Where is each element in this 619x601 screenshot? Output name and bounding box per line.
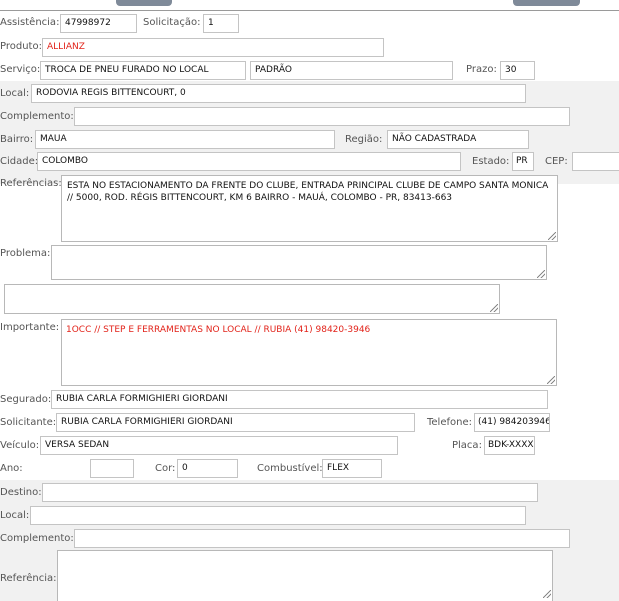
cidade-field[interactable]: COLOMBO: [37, 152, 461, 171]
bairro-label: Bairro:: [0, 134, 34, 145]
prazo-label: Prazo:: [466, 64, 497, 75]
complemento-label: Complemento:: [0, 111, 74, 122]
placa-label: Placa:: [452, 440, 482, 451]
destino-label: Destino:: [0, 487, 42, 498]
solicitacao-field[interactable]: 1: [203, 14, 239, 33]
destino-complemento-field[interactable]: [74, 529, 570, 548]
resize-handle-icon[interactable]: [490, 304, 498, 312]
segurado-field[interactable]: RUBIA CARLA FORMIGHIERI GIORDANI: [51, 390, 548, 409]
local-field[interactable]: RODOVIA REGIS BITTENCOURT, 0: [31, 84, 526, 103]
cidade-label: Cidade:: [0, 156, 39, 167]
ano-field[interactable]: [90, 459, 134, 478]
resize-handle-icon[interactable]: [543, 590, 551, 598]
prazo-field[interactable]: 30: [500, 61, 535, 80]
regiao-field[interactable]: NÃO CADASTRADA: [387, 130, 529, 149]
solicitante-field[interactable]: RUBIA CARLA FORMIGHIERI GIORDANI: [56, 413, 415, 432]
regiao-label: Região:: [345, 134, 383, 145]
placa-field[interactable]: BDK-XXXX: [484, 436, 535, 455]
solicitante-label: Solicitante:: [0, 417, 57, 428]
estado-field[interactable]: PR: [512, 152, 534, 171]
referencia-label: Referência:: [0, 573, 57, 584]
referencias-text: ESTA NO ESTACIONAMENTO DA FRENTE DO CLUB…: [67, 181, 549, 203]
veiculo-label: Veículo:: [0, 440, 40, 451]
resize-handle-icon[interactable]: [548, 232, 556, 240]
top-divider: [0, 10, 619, 11]
produto-field[interactable]: ALLIANZ: [42, 38, 384, 57]
solicitacao-label: Solicitação:: [143, 17, 201, 28]
importante-label: Importante:: [0, 322, 60, 333]
destino-field[interactable]: [42, 483, 538, 502]
destino-local-field[interactable]: [30, 506, 526, 525]
referencias-label: Referências:: [0, 178, 62, 189]
referencia-textarea[interactable]: [57, 550, 553, 601]
problema-extra-textarea[interactable]: [4, 284, 500, 314]
problema-textarea[interactable]: [51, 245, 547, 280]
servico-tipo-field[interactable]: PADRÃO: [250, 61, 453, 80]
segurado-label: Segurado:: [0, 394, 52, 405]
servico-field[interactable]: TROCA DE PNEU FURADO NO LOCAL: [40, 61, 246, 80]
combustivel-field[interactable]: FLEX: [322, 459, 382, 478]
cor-field[interactable]: 0: [177, 459, 238, 478]
importante-text: 1OCC // STEP E FERRAMENTAS NO LOCAL // R…: [66, 325, 371, 335]
local-label: Local:: [0, 88, 30, 99]
veiculo-field[interactable]: VERSA SEDAN: [40, 436, 398, 455]
top-right-button[interactable]: [513, 0, 580, 6]
resize-handle-icon[interactable]: [547, 376, 555, 384]
cep-label: CEP:: [545, 156, 568, 167]
servico-label: Serviço:: [0, 64, 41, 75]
problema-label: Problema:: [0, 248, 51, 259]
assistencia-label: Assistência:: [0, 17, 60, 28]
cor-label: Cor:: [155, 463, 176, 474]
destino-complemento-label: Complemento:: [0, 533, 74, 544]
bairro-field[interactable]: MAUA: [35, 130, 335, 149]
referencias-textarea[interactable]: ESTA NO ESTACIONAMENTO DA FRENTE DO CLUB…: [61, 175, 558, 242]
telefone-field[interactable]: (41) 984203946: [474, 413, 550, 432]
importante-textarea[interactable]: 1OCC // STEP E FERRAMENTAS NO LOCAL // R…: [61, 319, 557, 386]
resize-handle-icon[interactable]: [537, 270, 545, 278]
ano-label: Ano:: [0, 463, 23, 474]
produto-label: Produto:: [0, 41, 42, 52]
complemento-field[interactable]: [74, 107, 570, 126]
destino-local-label: Local:: [0, 510, 30, 521]
top-left-button[interactable]: [116, 0, 172, 6]
cep-field[interactable]: [572, 152, 619, 171]
assistencia-field[interactable]: 47998972: [60, 14, 137, 33]
telefone-label: Telefone:: [427, 417, 472, 428]
combustivel-label: Combustível:: [257, 463, 323, 474]
estado-label: Estado:: [472, 156, 510, 167]
